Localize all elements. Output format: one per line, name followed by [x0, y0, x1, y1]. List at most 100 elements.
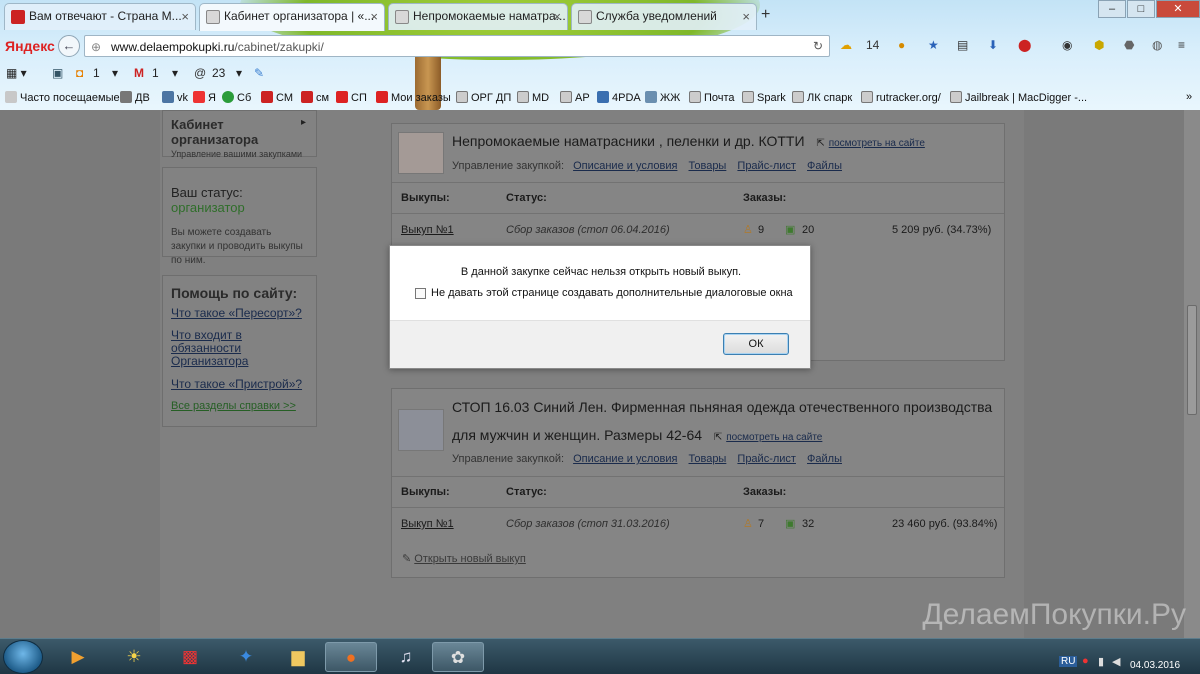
bookmark-ya[interactable]: Я [193, 91, 216, 104]
bookmarks-overflow-icon[interactable]: » [1186, 91, 1192, 103]
yandex-logo[interactable]: Яндекс [5, 38, 55, 54]
start-button[interactable] [3, 640, 43, 674]
gmail-icon[interactable]: M [134, 66, 144, 80]
tray-icon-1[interactable]: ● [1082, 655, 1089, 667]
bookmark-my-orders[interactable]: Мои заказы [376, 91, 451, 104]
new-tab-button[interactable]: + [761, 6, 770, 24]
currency-icon[interactable]: ● [898, 38, 905, 52]
open-new-buyout[interactable]: ✎ Открыть новый выкуп [402, 552, 526, 565]
chevron-down-icon[interactable]: ▾ [172, 66, 178, 80]
help-link-3[interactable]: Что такое «Пристрой»? [171, 377, 308, 391]
weather-icon[interactable]: ☁ [840, 38, 852, 52]
address-bar[interactable]: ⊕ www.delaempokupki.ru/cabinet/zakupki/ … [84, 35, 830, 57]
weather-app-icon[interactable]: ☀ [108, 642, 160, 672]
bookmark-dv[interactable]: ДВ [120, 91, 150, 104]
odnoklassniki-icon[interactable]: ◘ [76, 66, 83, 80]
suppress-dialogs-checkbox[interactable] [415, 288, 426, 299]
link-products[interactable]: Товары [689, 453, 727, 465]
help-link-2[interactable]: Что входит в обязанности Организатора [171, 329, 308, 368]
purchase-title[interactable]: Непромокаемые наматрасники , пеленки и д… [452, 127, 925, 158]
link-description[interactable]: Описание и условия [573, 453, 677, 465]
shield-icon[interactable]: ⬢ [1094, 38, 1104, 52]
tab-3[interactable]: Непромокаемые наматра... × [388, 3, 568, 30]
toolbar-menu-icon[interactable]: ▦ ▾ [6, 66, 27, 80]
bookmark-org-dp[interactable]: ОРГ ДП [456, 91, 511, 104]
bookmark-star-icon[interactable]: ★ [928, 38, 939, 52]
close-tab-icon[interactable]: × [553, 9, 561, 24]
purchase-thumbnail[interactable] [398, 132, 444, 174]
reading-list-icon[interactable]: ▤ [957, 38, 968, 52]
suppress-dialogs-label[interactable]: Не давать этой странице создавать дополн… [431, 287, 793, 299]
download-icon[interactable]: ⬇ [988, 38, 998, 52]
chevron-down-icon[interactable]: ▾ [112, 66, 118, 80]
itunes-icon[interactable]: ♫ [380, 642, 432, 672]
help-link-1[interactable]: Что такое «Пересорт»? [171, 306, 308, 320]
purchase-thumbnail[interactable] [398, 409, 444, 451]
link-description[interactable]: Описание и условия [573, 160, 677, 172]
adblock-icon[interactable]: ⬤ [1018, 38, 1031, 52]
tab-4[interactable]: Служба уведомлений × [571, 3, 757, 30]
minimize-button[interactable]: – [1098, 0, 1126, 18]
explorer-folder-icon[interactable]: ▆ [272, 642, 324, 672]
buyout-link[interactable]: Выкуп №1 [401, 518, 454, 530]
scrollbar-thumb[interactable] [1187, 305, 1197, 415]
reload-icon[interactable]: ↻ [813, 39, 823, 53]
bookmark-sp[interactable]: СП [336, 91, 367, 104]
close-tab-icon[interactable]: × [181, 9, 189, 24]
extension-icon[interactable]: ⬣ [1124, 38, 1134, 52]
bookmark-frequent[interactable]: Часто посещаемые [5, 91, 120, 104]
link-files[interactable]: Файлы [807, 160, 842, 172]
link-pricelist[interactable]: Прайс-лист [737, 160, 796, 172]
close-window-button[interactable]: ✕ [1156, 0, 1200, 18]
bookmark-md[interactable]: MD [517, 91, 549, 104]
bookmark-vk[interactable]: vk [162, 91, 188, 104]
ok-icon[interactable]: ▣ [52, 66, 63, 80]
bookmark-lj[interactable]: ЖЖ [645, 91, 680, 104]
bookmark-4pda[interactable]: 4PDA [597, 91, 641, 104]
bookmark-pochta[interactable]: Почта [689, 91, 735, 104]
link-pricelist[interactable]: Прайс-лист [737, 453, 796, 465]
bookmark-ap[interactable]: АР [560, 91, 590, 104]
ok-button[interactable]: ОК [723, 333, 789, 355]
close-tab-icon[interactable]: × [370, 9, 378, 24]
bookmark-rutracker[interactable]: rutracker.org/ [861, 91, 941, 104]
mail-count[interactable]: 1 [152, 66, 159, 80]
view-on-site-link[interactable]: посмотреть на сайте [726, 432, 822, 443]
weather-temp[interactable]: 14 [866, 38, 879, 52]
app-window-icon[interactable]: ✿ [432, 642, 484, 672]
back-arrow-icon[interactable]: ← [58, 35, 80, 57]
help-all-link[interactable]: Все разделы справки >> [171, 400, 308, 412]
firefox-icon[interactable]: ● [325, 642, 377, 672]
taskbar-date[interactable]: 04.03.2016 [1130, 660, 1180, 671]
bookmark-spark[interactable]: Spark [742, 91, 786, 104]
tools-app-icon[interactable]: ✦ [220, 642, 272, 672]
bookmark-sm2[interactable]: см [301, 91, 329, 104]
chevron-down-icon[interactable]: ▾ [236, 66, 242, 80]
buyout-link[interactable]: Выкуп №1 [401, 224, 454, 236]
cabinet-title[interactable]: Кабинет организатора [171, 117, 308, 147]
close-tab-icon[interactable]: × [742, 9, 750, 24]
network-icon[interactable]: ▮ [1098, 655, 1104, 668]
link-products[interactable]: Товары [689, 160, 727, 172]
volume-icon[interactable]: ◀ [1112, 655, 1120, 668]
open-new-buyout-link[interactable]: Открыть новый выкуп [414, 553, 526, 565]
language-indicator[interactable]: RU [1059, 656, 1078, 667]
link-files[interactable]: Файлы [807, 453, 842, 465]
studio-app-icon[interactable]: ▩ [164, 642, 216, 672]
bookmark-sb[interactable]: Сб [222, 91, 251, 104]
purchase-title[interactable]: СТОП 16.03 Синий Лен. Фирменная пьняная … [452, 393, 992, 452]
compass-icon[interactable]: ◉ [1062, 38, 1072, 52]
menu-icon[interactable]: ≡ [1178, 38, 1185, 52]
tab-1[interactable]: Вам отвечают - Страна М... × [4, 3, 196, 30]
media-player-icon[interactable]: ▶ [52, 642, 104, 672]
ok-count[interactable]: 1 [93, 66, 100, 80]
addon-icon[interactable]: ◍ [1152, 38, 1162, 52]
bookmark-sm1[interactable]: СМ [261, 91, 293, 104]
feather-icon[interactable]: ✎ [254, 66, 264, 80]
at-count[interactable]: 23 [212, 66, 225, 80]
view-on-site-link[interactable]: посмотреть на сайте [829, 138, 925, 149]
bookmark-lk-spark[interactable]: ЛК спарк [792, 91, 852, 104]
tab-2[interactable]: Кабинет организатора | «... × [199, 3, 385, 31]
bookmark-macdigger[interactable]: Jailbreak | MacDigger -... [950, 91, 1087, 104]
cabinet-box[interactable]: Кабинет организатора ▸ Управление вашими… [162, 110, 317, 159]
